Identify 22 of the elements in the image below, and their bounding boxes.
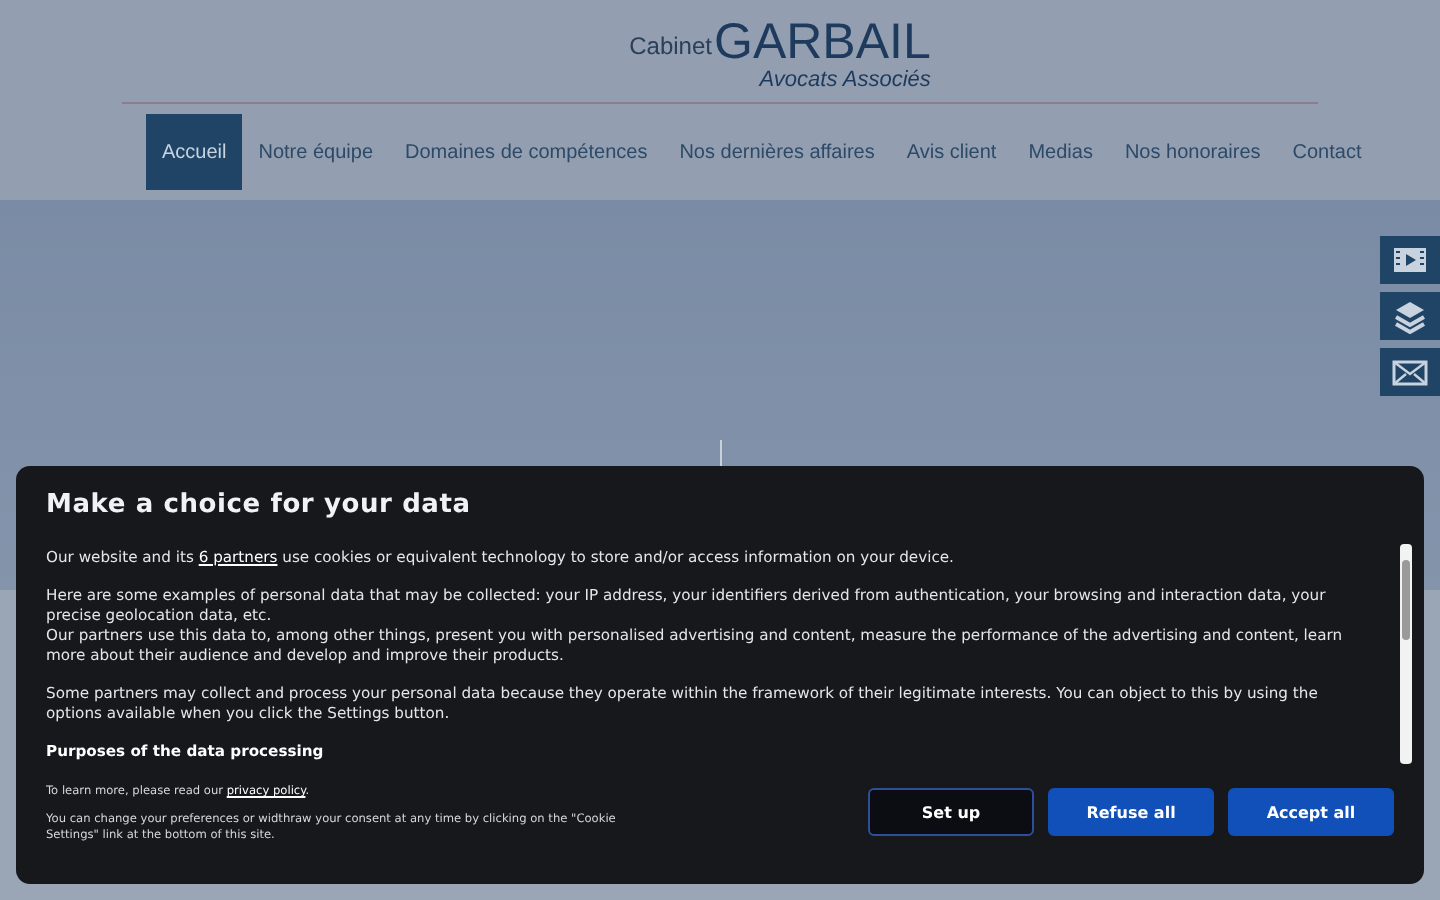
logo-name[interactable]: GARBAIL [714,16,931,68]
logo-prefix: Cabinet [629,32,712,60]
nav-item[interactable]: Nos dernières affaires [663,114,891,190]
consent-button[interactable]: Refuse all [1048,788,1214,836]
side-button[interactable] [1380,348,1440,396]
side-button[interactable] [1380,292,1440,340]
nav-item[interactable]: Contact [1276,114,1378,190]
side-button[interactable] [1380,236,1440,284]
nav-item[interactable]: Notre équipe [242,114,390,190]
scrollbar[interactable] [1400,544,1412,764]
nav-item[interactable]: Medias [1012,114,1109,190]
consent-button[interactable]: Accept all [1228,788,1394,836]
envelope-icon [1392,359,1428,385]
nav-item[interactable]: Nos honoraires [1108,114,1277,190]
nav-item[interactable]: Accueil [146,114,243,190]
film-play-icon [1392,246,1428,274]
consent-button[interactable]: Set up [868,788,1034,836]
nav-item[interactable]: Avis client [890,114,1013,190]
layers-icon [1394,299,1426,333]
logo-tagline: Avocats Associés [759,68,931,92]
nav-item[interactable]: Domaines de compétences [389,114,664,190]
dialog-title: Make a choice for your data [46,490,473,520]
